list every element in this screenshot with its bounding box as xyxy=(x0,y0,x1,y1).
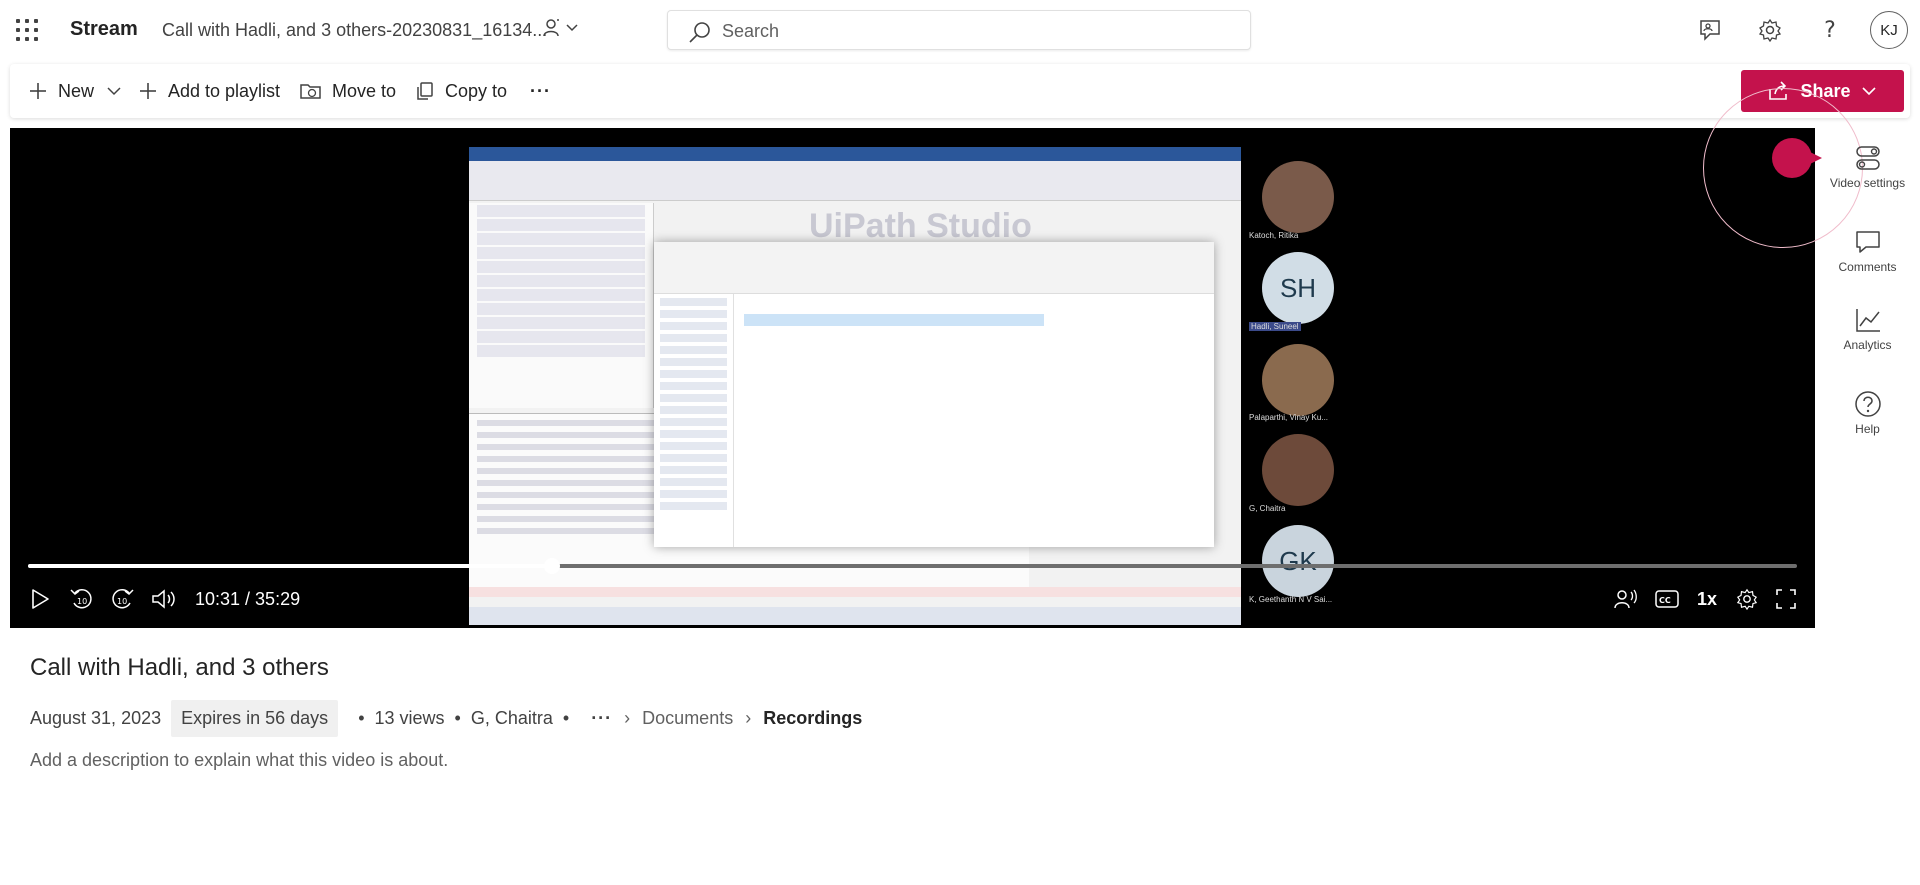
help-button[interactable]: Help xyxy=(1825,390,1910,436)
volume-button[interactable] xyxy=(150,587,178,611)
video-settings-button[interactable]: Video settings xyxy=(1825,144,1910,190)
video-title[interactable]: Call with Hadli, and 3 others xyxy=(30,654,329,682)
separator-dot: • xyxy=(454,707,461,728)
playback-speed-button[interactable]: 1x xyxy=(1697,589,1717,610)
svg-text:CC: CC xyxy=(1659,596,1671,605)
forward-10-icon: 10 xyxy=(112,589,134,609)
breadcrumb-more-button[interactable]: ··· xyxy=(591,708,612,729)
new-button[interactable]: New xyxy=(28,79,132,103)
shared-with-dropdown[interactable] xyxy=(541,16,581,42)
help-icon[interactable]: ? xyxy=(1815,15,1845,45)
feedback-icon[interactable] xyxy=(1695,15,1725,45)
rewind-10-icon: 10 xyxy=(70,589,92,609)
svg-text:10: 10 xyxy=(117,597,127,606)
participant-name: Palaparthi, Vinay Ku... xyxy=(1249,413,1329,422)
people-icon xyxy=(543,19,578,37)
participant-avatar xyxy=(1262,344,1334,416)
command-bar: New Add to playlist Move to Copy to ··· … xyxy=(10,64,1910,118)
participant-avatar: GK xyxy=(1262,525,1334,597)
play-button[interactable] xyxy=(28,587,52,611)
user-avatar[interactable]: KJ xyxy=(1870,11,1908,49)
app-name[interactable]: Stream xyxy=(70,18,138,41)
closed-captions-icon: CC xyxy=(1655,590,1679,608)
participant-name: Hadli, Suneel xyxy=(1249,322,1301,331)
help-circle-icon xyxy=(1854,391,1881,417)
chevron-right-icon: › xyxy=(624,707,631,728)
coachmark-pointer xyxy=(1810,152,1822,164)
analytics-button[interactable]: Analytics xyxy=(1825,306,1910,352)
view-count: 13 views xyxy=(374,707,445,728)
rewind-10-button[interactable]: 10 xyxy=(68,587,96,611)
help-label: Help xyxy=(1855,422,1880,436)
chevron-down-icon xyxy=(107,87,121,96)
participant-gallery: Katoch, Ritika SH Hadli, Suneel Palapart… xyxy=(1241,128,1351,628)
seek-bar[interactable] xyxy=(28,558,1797,574)
video-settings-label: Video settings xyxy=(1829,176,1906,190)
captions-button[interactable]: CC xyxy=(1654,587,1680,611)
copy-to-label: Copy to xyxy=(445,80,508,101)
toggles-icon xyxy=(1855,146,1880,170)
plus-icon xyxy=(30,83,46,99)
speaker-icon xyxy=(152,589,175,609)
owner-name[interactable]: G, Chaitra xyxy=(471,708,553,729)
participant-avatar xyxy=(1262,434,1334,506)
move-to-label: Move to xyxy=(332,80,397,101)
comment-icon xyxy=(1855,231,1880,253)
folder-move-icon xyxy=(300,84,321,99)
line-chart-icon xyxy=(1855,309,1880,332)
move-to-button[interactable]: Move to xyxy=(300,79,396,103)
person-voice-icon xyxy=(1614,589,1637,609)
coachmark-dot xyxy=(1772,138,1812,178)
comments-label: Comments xyxy=(1838,260,1897,274)
plus-icon xyxy=(140,83,156,99)
separator-dot: • xyxy=(358,707,365,728)
fullscreen-icon xyxy=(1776,589,1796,609)
breadcrumb-recordings[interactable]: Recordings xyxy=(763,708,862,729)
search-box[interactable] xyxy=(667,10,1251,50)
search-icon xyxy=(689,22,710,43)
analytics-label: Analytics xyxy=(1843,338,1892,352)
participant-avatar xyxy=(1262,161,1334,233)
gear-icon xyxy=(1736,588,1758,610)
video-player[interactable]: UiPath Studio Katoch, Ritika SH Hadli, S… xyxy=(10,128,1815,628)
participant-avatar: SH xyxy=(1262,252,1334,324)
search-input[interactable] xyxy=(722,19,1222,43)
add-to-playlist-label: Add to playlist xyxy=(168,80,281,101)
participant-name: G, Chaitra xyxy=(1249,504,1286,513)
player-settings-button[interactable] xyxy=(1734,587,1760,611)
app-launcher-icon[interactable] xyxy=(14,17,40,43)
comments-button[interactable]: Comments xyxy=(1825,228,1910,274)
settings-gear-icon[interactable] xyxy=(1755,15,1785,45)
seek-thumb[interactable] xyxy=(543,558,560,574)
video-metadata: August 31, 2023 Expires in 56 days • 13 … xyxy=(30,699,862,737)
copy-to-button[interactable]: Copy to xyxy=(415,79,507,103)
expiration-badge[interactable]: Expires in 56 days xyxy=(171,699,339,737)
play-icon xyxy=(32,589,49,609)
svg-text:10: 10 xyxy=(77,597,87,606)
speaker-coach-button[interactable] xyxy=(1612,587,1638,611)
fullscreen-button[interactable] xyxy=(1773,587,1799,611)
chevron-down-icon xyxy=(1861,87,1876,96)
document-title[interactable]: Call with Hadli, and 3 others-20230831_1… xyxy=(162,20,547,41)
video-frame-screen-share: UiPath Studio xyxy=(469,147,1241,625)
playback-time: 10:31 / 35:29 xyxy=(195,589,301,609)
new-label: New xyxy=(58,80,95,101)
breadcrumb-documents[interactable]: Documents xyxy=(642,708,733,729)
participant-name: K, Geethanth N V Sai... xyxy=(1249,595,1333,604)
add-to-playlist-button[interactable]: Add to playlist xyxy=(138,79,280,103)
seek-bar-played xyxy=(28,564,552,568)
copy-icon xyxy=(417,82,433,100)
more-options-button[interactable]: ··· xyxy=(530,79,551,103)
description-placeholder[interactable]: Add a description to explain what this v… xyxy=(30,750,448,771)
participant-name: Katoch, Ritika xyxy=(1249,231,1299,240)
top-app-bar: Stream Call with Hadli, and 3 others-202… xyxy=(0,0,1920,60)
chevron-right-icon: › xyxy=(745,707,752,728)
forward-10-button[interactable]: 10 xyxy=(108,587,136,611)
separator-dot: • xyxy=(562,707,570,728)
upload-date: August 31, 2023 xyxy=(30,707,162,728)
